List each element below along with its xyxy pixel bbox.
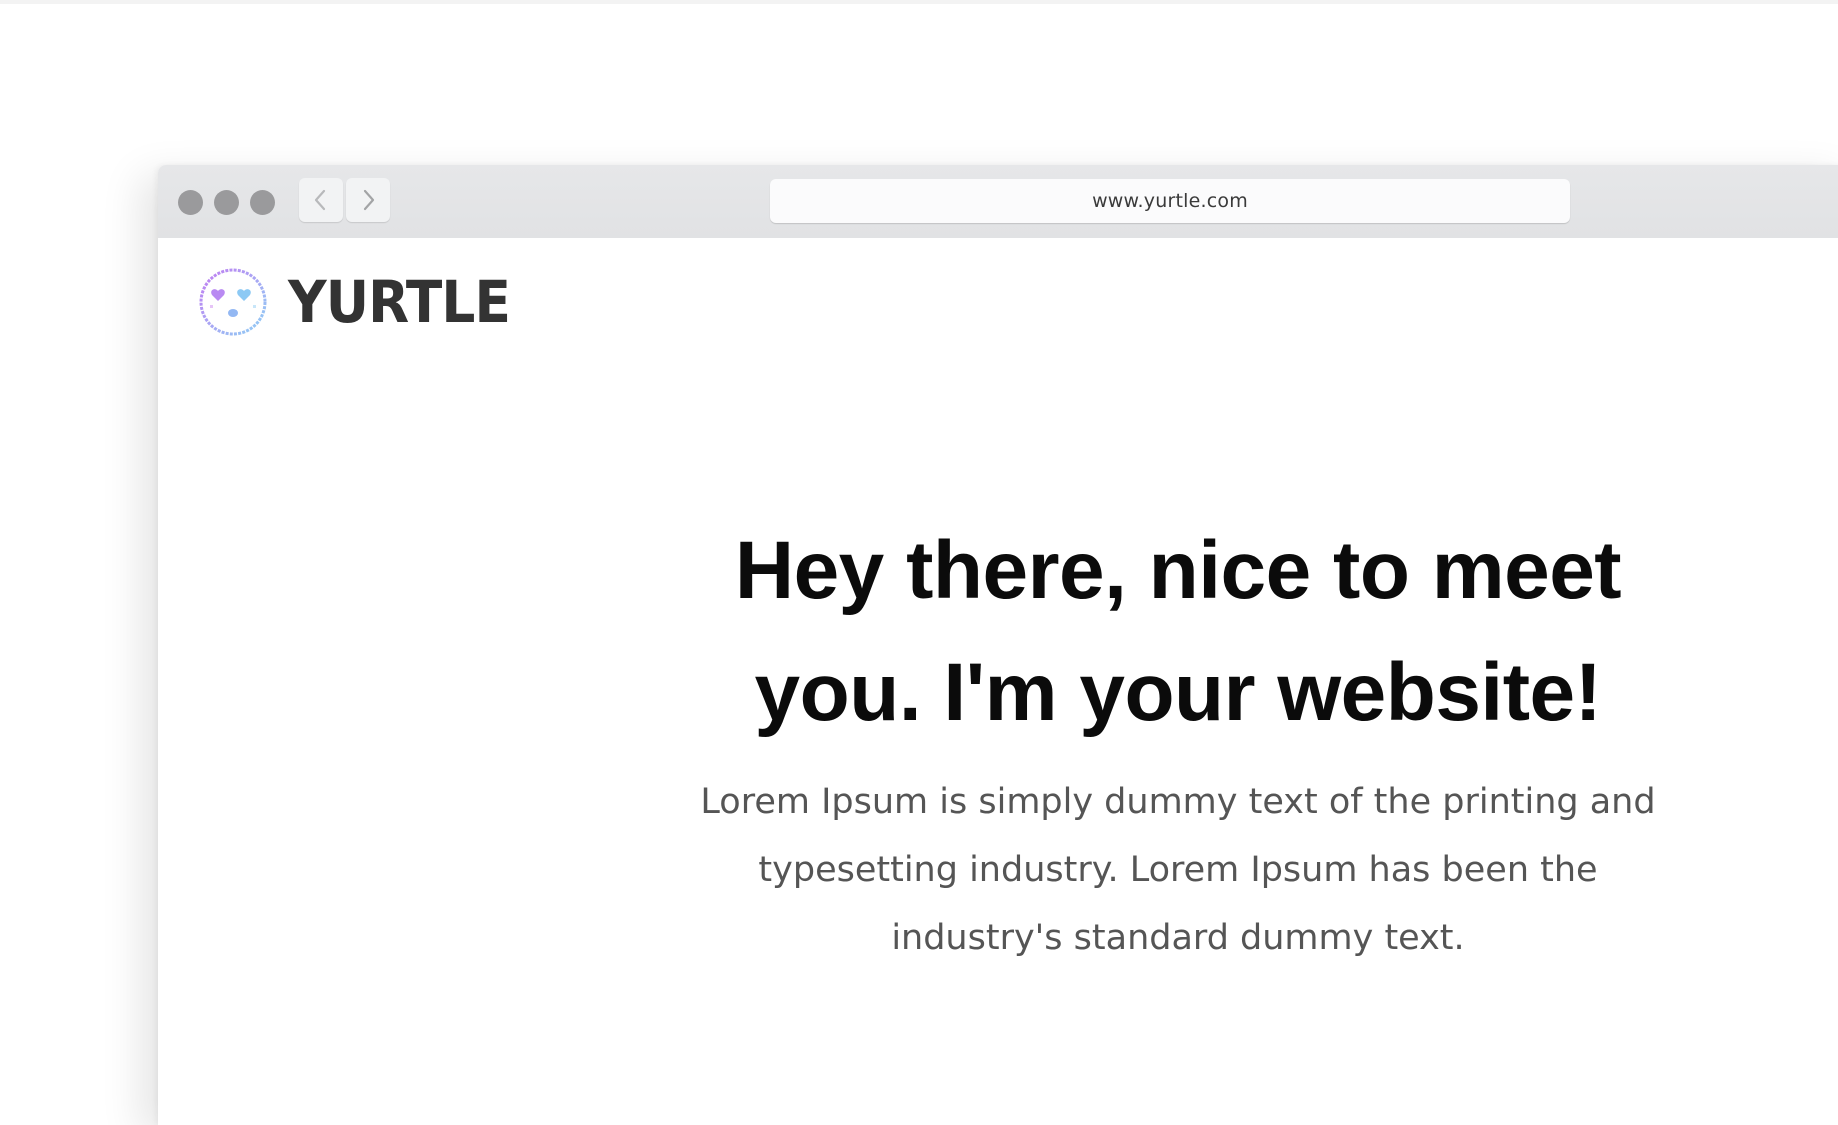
address-bar[interactable]: www.yurtle.com bbox=[770, 179, 1570, 223]
hero-section: Hey there, nice to meet you. I'm your we… bbox=[658, 510, 1698, 972]
browser-toolbar: www.yurtle.com bbox=[158, 165, 1838, 238]
back-button[interactable] bbox=[299, 178, 343, 222]
forward-button[interactable] bbox=[346, 178, 390, 222]
logo-wordmark: YURTLE bbox=[288, 268, 511, 336]
window-close-button[interactable] bbox=[178, 190, 203, 215]
chevron-left-icon bbox=[314, 189, 326, 211]
yurtle-heart-eyes-face-icon bbox=[199, 268, 267, 336]
window-maximize-button[interactable] bbox=[250, 190, 275, 215]
chevron-right-icon bbox=[363, 189, 375, 211]
page-top-border bbox=[0, 0, 1838, 4]
hero-description: Lorem Ipsum is simply dummy text of the … bbox=[700, 782, 1656, 958]
window-minimize-button[interactable] bbox=[214, 190, 239, 215]
url-text: www.yurtle.com bbox=[1092, 190, 1248, 212]
hero-title: Hey there, nice to meet you. I'm your we… bbox=[734, 525, 1622, 738]
site-logo[interactable]: YURTLE bbox=[198, 267, 529, 337]
browser-window: www.yurtle.com YURTLE Hey there, nice to… bbox=[158, 165, 1838, 1125]
